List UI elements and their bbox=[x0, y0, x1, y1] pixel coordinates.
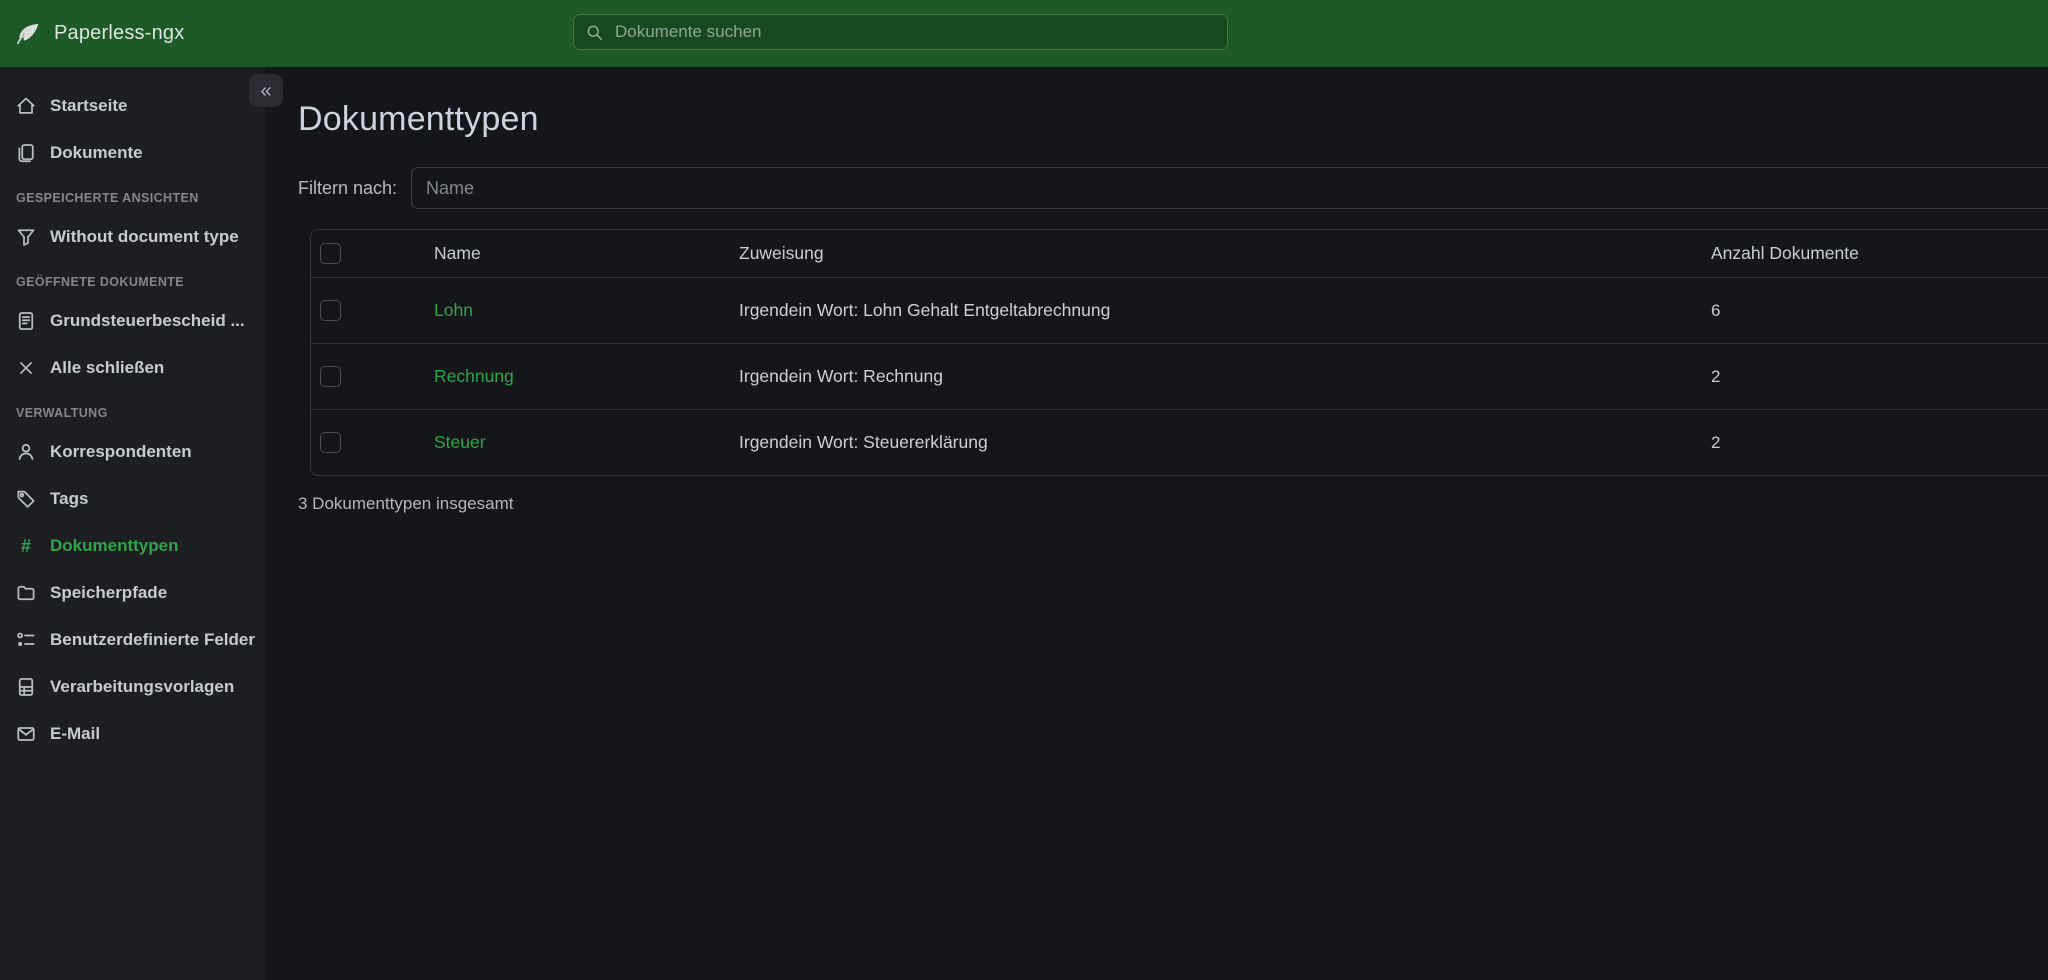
sidebar-item-dokumente[interactable]: Dokumente bbox=[0, 137, 265, 169]
sidebar-item-label: E-Mail bbox=[50, 724, 100, 744]
brand-link[interactable]: Paperless-ngx bbox=[0, 21, 184, 47]
document-type-link[interactable]: Lohn bbox=[434, 300, 473, 320]
row-checkbox[interactable] bbox=[320, 432, 341, 453]
sidebar-section-open-documents: GEÖFFNETE DOKUMENTE bbox=[16, 275, 249, 291]
document-types-table: Name Zuweisung Anzahl Dokumente Lohn Irg… bbox=[310, 229, 2048, 476]
filter-name-input[interactable] bbox=[411, 167, 2048, 209]
file-text-icon bbox=[16, 311, 36, 331]
funnel-icon bbox=[16, 227, 36, 247]
leaf-icon bbox=[15, 21, 41, 47]
sidebar-item-verarbeitungsvorlagen[interactable]: Verarbeitungsvorlagen bbox=[0, 671, 265, 703]
search-icon bbox=[586, 24, 603, 41]
count-cell: 6 bbox=[1711, 301, 2048, 321]
table-row: Rechnung Irgendein Wort: Rechnung 2 bbox=[311, 343, 2048, 409]
sidebar-item-grundsteuerbescheid[interactable]: Grundsteuerbescheid ... bbox=[0, 305, 265, 337]
sidebar-item-email[interactable]: E-Mail bbox=[0, 718, 265, 750]
workflows-icon bbox=[16, 677, 36, 697]
sidebar-item-benutzerdefinierte-felder[interactable]: Benutzerdefinierte Felder bbox=[0, 624, 265, 656]
select-all-checkbox[interactable] bbox=[320, 243, 341, 264]
sidebar-item-label: Alle schließen bbox=[50, 358, 164, 378]
hash-icon: # bbox=[16, 536, 36, 556]
close-icon bbox=[16, 358, 36, 378]
home-icon bbox=[16, 96, 36, 116]
filter-row: Filtern nach: bbox=[298, 167, 2048, 209]
total-count-text: 3 Dokumenttypen insgesamt bbox=[298, 494, 2048, 514]
page-title: Dokumenttypen bbox=[298, 98, 2048, 140]
search-input[interactable] bbox=[613, 21, 1215, 43]
sidebar-item-label: Without document type bbox=[50, 227, 239, 247]
folder-icon bbox=[16, 583, 36, 603]
sidebar-item-label: Dokumenttypen bbox=[50, 536, 178, 556]
filter-label: Filtern nach: bbox=[298, 178, 397, 199]
app-title: Paperless-ngx bbox=[54, 22, 184, 45]
person-icon bbox=[16, 442, 36, 462]
sidebar-item-label: Benutzerdefinierte Felder bbox=[50, 630, 255, 650]
assignment-cell: Irgendein Wort: Steuererklärung bbox=[739, 432, 1711, 453]
mail-icon bbox=[16, 724, 36, 744]
assignment-cell: Irgendein Wort: Rechnung bbox=[739, 366, 1711, 387]
sidebar-item-label: Tags bbox=[50, 489, 88, 509]
sidebar-collapse-button[interactable]: « bbox=[249, 74, 283, 107]
custom-fields-icon bbox=[16, 630, 36, 650]
count-cell: 2 bbox=[1711, 367, 2048, 387]
sidebar-section-verwaltung: VERWALTUNG bbox=[16, 406, 249, 422]
sidebar-item-korrespondenten[interactable]: Korrespondenten bbox=[0, 436, 265, 468]
tag-icon bbox=[16, 489, 36, 509]
sidebar-item-label: Verarbeitungsvorlagen bbox=[50, 677, 234, 697]
sidebar-item-label: Korrespondenten bbox=[50, 442, 192, 462]
column-header-anzahl[interactable]: Anzahl Dokumente bbox=[1711, 243, 2048, 264]
column-header-zuweisung[interactable]: Zuweisung bbox=[739, 243, 1711, 264]
document-type-link[interactable]: Steuer bbox=[434, 432, 486, 452]
sidebar-item-startseite[interactable]: Startseite bbox=[0, 90, 265, 122]
sidebar-item-tags[interactable]: Tags bbox=[0, 483, 265, 515]
sidebar-section-saved-views: GESPEICHERTE ANSICHTEN bbox=[16, 191, 249, 207]
top-bar: Paperless-ngx bbox=[0, 0, 2048, 67]
sidebar-item-label: Dokumente bbox=[50, 143, 143, 163]
sidebar-item-speicherpfade[interactable]: Speicherpfade bbox=[0, 577, 265, 609]
sidebar-item-label: Startseite bbox=[50, 96, 127, 116]
sidebar: Startseite Dokumente GESPEICHERTE ANSICH… bbox=[0, 67, 265, 980]
document-type-link[interactable]: Rechnung bbox=[434, 366, 514, 386]
sidebar-item-alle-schliessen[interactable]: Alle schließen bbox=[0, 352, 265, 384]
table-header-row: Name Zuweisung Anzahl Dokumente bbox=[311, 230, 2048, 277]
table-row: Lohn Irgendein Wort: Lohn Gehalt Entgelt… bbox=[311, 277, 2048, 343]
global-search bbox=[573, 14, 1228, 50]
column-header-name[interactable]: Name bbox=[434, 243, 739, 264]
sidebar-item-label: Grundsteuerbescheid ... bbox=[50, 311, 245, 331]
row-checkbox[interactable] bbox=[320, 300, 341, 321]
sidebar-item-label: Speicherpfade bbox=[50, 583, 167, 603]
documents-icon bbox=[16, 143, 36, 163]
main-content: Dokumenttypen Filtern nach: Name Zuweisu… bbox=[265, 67, 2048, 980]
assignment-cell: Irgendein Wort: Lohn Gehalt Entgeltabrec… bbox=[739, 300, 1711, 321]
sidebar-item-without-document-type[interactable]: Without document type bbox=[0, 221, 265, 253]
sidebar-item-dokumenttypen[interactable]: # Dokumenttypen bbox=[0, 530, 265, 562]
count-cell: 2 bbox=[1711, 433, 2048, 453]
row-checkbox[interactable] bbox=[320, 366, 341, 387]
table-row: Steuer Irgendein Wort: Steuererklärung 2 bbox=[311, 409, 2048, 475]
